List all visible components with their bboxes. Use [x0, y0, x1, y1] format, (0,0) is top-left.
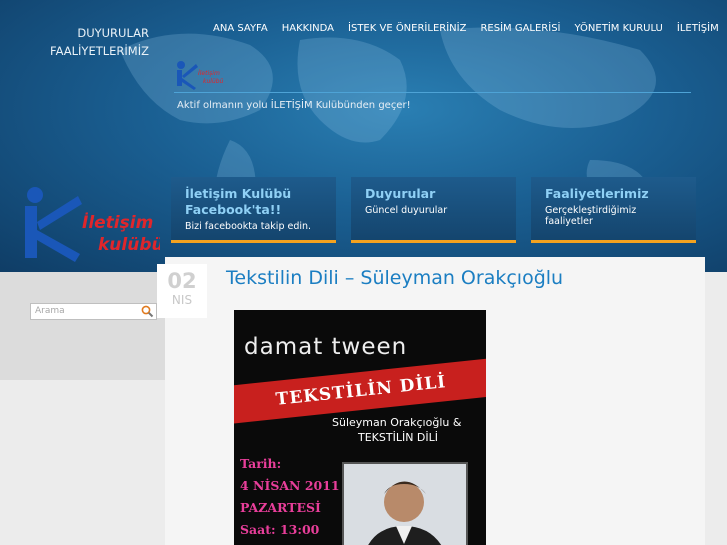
top-navigation: ANA SAYFA HAKKINDA İSTEK VE ÖNERİLERİNİZ…	[206, 20, 726, 38]
left-links: DUYURULAR FAALİYETLERİMİZ	[50, 24, 149, 60]
nav-item-resim-galerisi[interactable]: RESİM GALERİSİ	[473, 20, 567, 38]
poster-banner-text: TEKSTİLİN DİLİ	[274, 372, 448, 410]
card-faaliyetlerimiz-title: Faaliyetlerimiz	[545, 186, 649, 201]
right-margin	[705, 272, 727, 545]
nav-item-istek-oneriler[interactable]: İSTEK VE ÖNERİLERİNİZ	[341, 20, 473, 38]
post-date: 02 NIS	[157, 264, 207, 318]
post-day: 02	[167, 269, 197, 293]
post-title[interactable]: Tekstilin Dili – Süleyman Orakçıoğlu	[226, 267, 563, 289]
small-logo[interactable]: İletişim kulübü	[174, 60, 230, 90]
svg-text:İletişim: İletişim	[198, 70, 220, 77]
nav-item-yonetim-kurulu[interactable]: YÖNETİM KURULU	[568, 20, 670, 38]
nav-item-iletisim[interactable]: İLETİŞİM	[670, 20, 726, 38]
speaker-photo	[342, 462, 468, 545]
card-duyurular-title: Duyurular	[365, 186, 436, 201]
post-image-poster: damat tween TEKSTİLİN DİLİ Süleyman Orak…	[234, 310, 486, 545]
svg-text:İletişim: İletişim	[82, 211, 153, 233]
svg-text:kulübü: kulübü	[98, 235, 160, 255]
nav-item-hakkinda[interactable]: HAKKINDA	[275, 20, 341, 38]
poster-subtitle-1: Süleyman Orakçıoğlu &	[332, 416, 462, 429]
card-facebook-desc: Bizi facebookta takip edin.	[185, 221, 312, 232]
club-logo[interactable]: İletişim kulübü	[20, 186, 160, 262]
poster-date-label: Tarih:	[240, 456, 282, 471]
card-facebook-title: İletişim Kulübü Facebook'ta!!	[185, 186, 292, 217]
card-duyurular[interactable]: Duyurular Güncel duyurular	[351, 177, 516, 243]
svg-text:kulübü: kulübü	[203, 78, 224, 85]
nav-item-ana-sayfa[interactable]: ANA SAYFA	[206, 20, 275, 38]
card-duyurular-desc: Güncel duyurular	[365, 205, 448, 216]
tagline: Aktif olmanın yolu İLETİŞİM Kulübünden g…	[177, 100, 411, 111]
search-icon[interactable]	[141, 305, 154, 318]
card-faaliyetlerimiz-desc: Gerçekleştirdiğimiz faaliyetler	[545, 205, 637, 227]
post-month: NIS	[171, 293, 193, 307]
sidebar-band	[0, 380, 165, 545]
poster-brand: damat tween	[244, 334, 408, 360]
poster-time: Saat: 13:00	[240, 522, 320, 537]
left-link-faaliyetlerimiz[interactable]: FAALİYETLERİMİZ	[50, 42, 149, 60]
card-faaliyetlerimiz[interactable]: Faaliyetlerimiz Gerçekleştirdiğimiz faal…	[531, 177, 696, 243]
header-divider	[174, 92, 691, 93]
poster-day: PAZARTESİ	[240, 500, 321, 515]
search-input[interactable]: Arama	[30, 303, 157, 320]
poster-date-value: 4 NİSAN 2011	[240, 478, 340, 493]
poster-subtitle-2: TEKSTİLİN DİLİ	[358, 431, 439, 444]
search-placeholder: Arama	[35, 306, 65, 316]
poster-banner: TEKSTİLİN DİLİ	[234, 358, 486, 424]
card-facebook[interactable]: İletişim Kulübü Facebook'ta!! Bizi faceb…	[171, 177, 336, 243]
header-hero: DUYURULAR FAALİYETLERİMİZ ANA SAYFA HAKK…	[0, 0, 727, 272]
left-link-duyurular[interactable]: DUYURULAR	[50, 24, 149, 42]
